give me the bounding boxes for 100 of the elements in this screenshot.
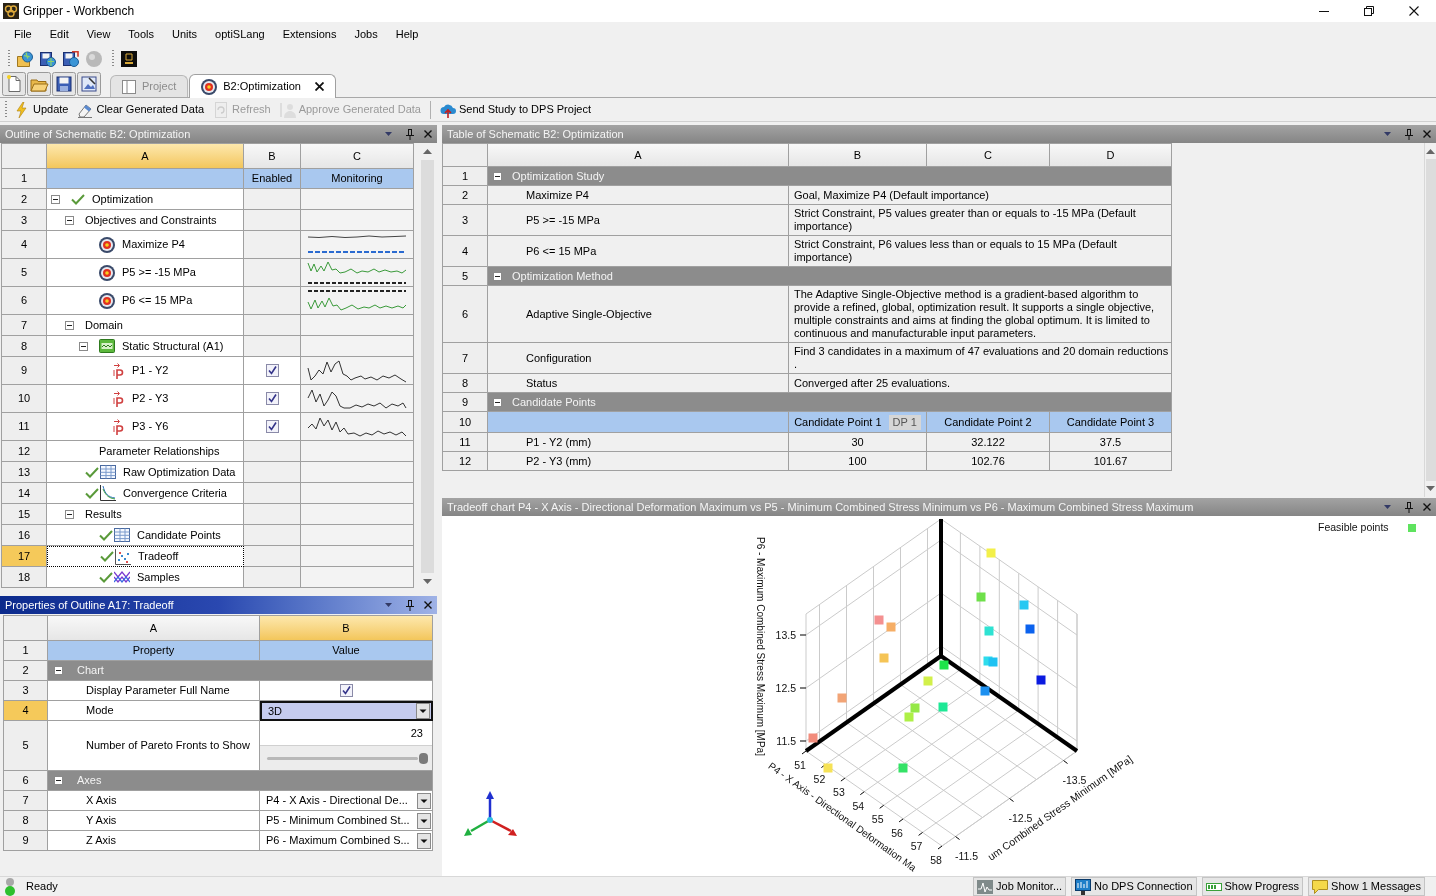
column-header[interactable]: B [244, 144, 301, 169]
tree-item[interactable]: P1 - Y2 [47, 357, 244, 385]
slider-thumb[interactable] [419, 752, 428, 764]
dropdown[interactable]: P6 - Maximum Combined S... [260, 831, 433, 851]
tick-label: 57 [910, 840, 923, 853]
column-header[interactable]: C [301, 144, 414, 169]
collapse-toggle-icon[interactable] [493, 271, 502, 281]
dropdown-icon[interactable] [1384, 132, 1391, 136]
collapse-toggle-icon[interactable] [54, 776, 63, 785]
status-button[interactable]: Job Monitor... [973, 877, 1067, 896]
pin-icon[interactable] [1405, 128, 1413, 140]
new-file-icon[interactable] [2, 72, 26, 96]
scroll-up-icon[interactable] [1426, 149, 1435, 154]
checkbox[interactable] [265, 392, 279, 405]
image-edit-icon[interactable] [77, 72, 101, 96]
disk-globe-icon[interactable] [40, 51, 56, 67]
close-icon[interactable] [314, 82, 324, 91]
tree-item[interactable]: P2 - Y3 [47, 385, 244, 413]
menu-item[interactable]: Units [163, 25, 207, 43]
collapse-toggle-icon[interactable] [79, 341, 88, 351]
tree-item[interactable]: Raw Optimization Data [47, 462, 244, 483]
close-icon[interactable] [424, 601, 432, 609]
collapse-toggle-icon[interactable] [493, 397, 502, 407]
dropdown[interactable]: P4 - X Axis - Directional De... [260, 791, 433, 811]
menu-item[interactable]: File [5, 25, 41, 43]
menu-item[interactable]: optiSLang [206, 25, 274, 43]
close-icon[interactable] [1423, 130, 1431, 138]
dropdown[interactable]: 3D [260, 701, 433, 721]
panel-title: Table of Schematic B2: Optimization [447, 127, 625, 142]
scroll-thumb[interactable] [1425, 159, 1436, 481]
pin-icon[interactable] [406, 128, 414, 140]
table-cell: P6 <= 15 MPa [488, 236, 789, 267]
menu-item[interactable]: Tools [119, 25, 164, 43]
checkbox[interactable] [265, 364, 279, 377]
close-icon[interactable] [424, 130, 432, 138]
tree-item[interactable]: Static Structural (A1) [47, 336, 244, 357]
save-icon[interactable] [52, 72, 76, 96]
minimize-icon[interactable] [1318, 10, 1329, 12]
tree-item[interactable]: Parameter Relationships [47, 441, 244, 462]
table-cell: Display Parameter Full Name [48, 681, 260, 701]
scroll-up-icon[interactable] [423, 149, 432, 154]
tree-item[interactable]: Optimization [47, 189, 244, 210]
collapse-toggle-icon[interactable] [51, 194, 60, 204]
globe-folder-icon[interactable] [17, 51, 33, 67]
column-header[interactable]: B [260, 616, 433, 641]
menu-item[interactable]: Help [386, 25, 428, 43]
tree-item[interactable]: P6 <= 15 MPa [47, 287, 244, 315]
vertical-scrollbar[interactable] [1424, 143, 1436, 497]
column-header[interactable]: A [48, 616, 260, 641]
dropdown-icon[interactable] [385, 603, 392, 607]
tree-item[interactable]: Samples [47, 567, 244, 588]
column-header[interactable]: D [1050, 144, 1172, 167]
close-icon[interactable] [1423, 503, 1431, 511]
column-header[interactable]: A [47, 144, 244, 169]
checkbox[interactable] [265, 420, 279, 433]
tree-item[interactable]: Candidate Points [47, 525, 244, 546]
number-field[interactable]: 23 [260, 721, 432, 746]
tree-item[interactable]: Domain [47, 315, 244, 336]
tab[interactable]: B2:Optimization [189, 74, 336, 98]
toolbar-button[interactable]: Send Study to DPS Project [437, 99, 594, 120]
tree-item[interactable]: Maximize P4 [47, 231, 244, 259]
restore-icon[interactable] [1363, 6, 1374, 16]
legend-swatch-icon [1408, 524, 1416, 532]
row-number: 14 [2, 483, 47, 504]
tree-item[interactable]: P3 - Y6 [47, 413, 244, 441]
collapse-toggle-icon[interactable] [493, 171, 502, 181]
pin-icon[interactable] [406, 599, 414, 611]
row-number: 12 [2, 441, 47, 462]
column-header[interactable]: A [488, 144, 789, 167]
pin-icon[interactable] [1405, 501, 1413, 513]
collapse-toggle-icon[interactable] [65, 509, 74, 519]
logo-tile-icon[interactable] [121, 51, 137, 67]
scroll-down-icon[interactable] [423, 579, 432, 584]
checkbox[interactable] [339, 684, 353, 697]
status-button[interactable]: No DPS Connection [1071, 877, 1197, 896]
tree-item[interactable]: P5 >= -15 MPa [47, 259, 244, 287]
menu-item[interactable]: Extensions [273, 25, 346, 43]
toolbar-button[interactable]: Update [12, 99, 71, 120]
dropdown-icon[interactable] [1384, 505, 1391, 509]
toolbar-button[interactable]: Clear Generated Data [75, 99, 207, 120]
dropdown[interactable]: P5 - Minimum Combined St... [260, 811, 433, 831]
scroll-down-icon[interactable] [1426, 486, 1435, 491]
menu-item[interactable]: View [77, 25, 120, 43]
close-icon[interactable] [1408, 6, 1419, 16]
collapse-toggle-icon[interactable] [54, 666, 63, 675]
column-header[interactable]: C [927, 144, 1050, 167]
tree-item[interactable]: Objectives and Constraints [47, 210, 244, 231]
column-header[interactable]: B [789, 144, 927, 167]
tree-item[interactable]: Convergence Criteria [47, 483, 244, 504]
status-button[interactable]: Show Progress [1201, 877, 1304, 896]
collapse-toggle-icon[interactable] [65, 215, 74, 225]
dropdown-icon[interactable] [385, 132, 392, 136]
status-button[interactable]: Show 1 Messages [1308, 877, 1425, 896]
tree-item[interactable]: Results [47, 504, 244, 525]
disk-globe-icon[interactable] [63, 51, 79, 67]
tick-label: 13.5 [775, 629, 796, 641]
menu-item[interactable]: Jobs [345, 25, 387, 43]
tree-item[interactable]: Tradeoff [47, 546, 244, 567]
collapse-toggle-icon[interactable] [65, 320, 74, 330]
menu-item[interactable]: Edit [40, 25, 78, 43]
